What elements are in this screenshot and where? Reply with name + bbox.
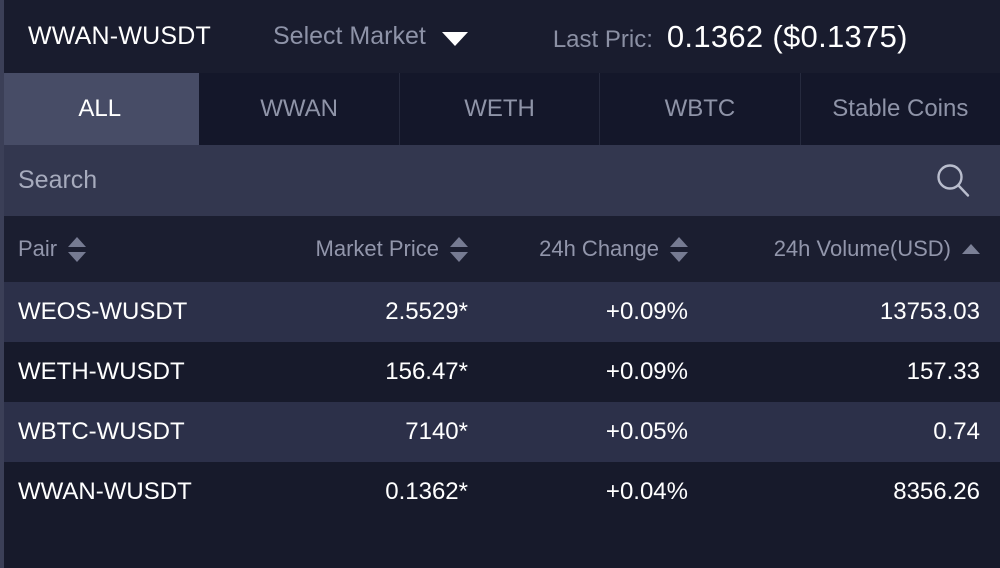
sort-toggle-pair[interactable] [68,236,87,262]
tab-label: WETH [464,95,535,122]
sort-toggle-market-price[interactable] [450,236,468,262]
cell-volume: 13753.03 [879,298,980,325]
cell-price: 0.1362* [385,478,468,505]
cell-change: +0.05% [605,418,688,445]
last-price-group: Last Pric: 0.1362 ($0.1375) [553,19,908,55]
cell-volume: 8356.26 [893,478,980,505]
sort-descending-icon [450,251,468,262]
sort-descending-icon [670,251,688,262]
table-empty-area [0,522,1000,568]
column-header-pair[interactable]: Pair [0,236,250,262]
column-label: Pair [18,236,58,261]
cell-pair: WETH-WUSDT [18,358,185,385]
table-row[interactable]: WEOS-WUSDT 2.5529* +0.09% 13753.03 [0,282,1000,342]
tab-wwan[interactable]: WWAN [199,73,400,145]
market-list-app: WWAN-WUSDT Select Market Last Pric: 0.13… [0,0,1000,568]
left-edge-strip [0,0,4,568]
last-price-label: Last Pric: [552,25,653,53]
search-bar [0,145,1000,216]
select-market-dropdown[interactable]: Select Market [273,22,468,51]
cell-change: +0.09% [605,298,688,325]
sort-toggle-24h-change[interactable] [670,236,688,262]
column-header-24h-change[interactable]: 24h Change [468,236,688,262]
sort-ascending-icon [670,236,688,247]
table-row[interactable]: WWAN-WUSDT 0.1362* +0.04% 8356.26 [0,462,1000,522]
tab-label: WWAN [260,95,338,122]
cell-pair: WEOS-WUSDT [18,298,188,325]
last-price-value: 0.1362 ($0.1375) [666,18,908,54]
tab-label: Stable Coins [832,95,969,122]
market-header: WWAN-WUSDT Select Market Last Pric: 0.13… [0,0,1000,73]
column-header-market-price[interactable]: Market Price [250,236,468,262]
tab-stable-coins[interactable]: Stable Coins [800,73,1000,145]
column-label: Market Price [315,236,439,261]
sort-ascending-icon [450,236,468,247]
sort-ascending-icon [962,244,980,254]
column-label: 24h Change [539,236,659,261]
current-pair-label: WWAN-WUSDT [28,22,211,50]
cell-volume: 0.74 [933,418,980,445]
column-label: 24h Volume(USD) [773,236,951,261]
tab-all[interactable]: ALL [0,73,200,148]
sort-ascending-icon [68,236,87,247]
markets-table: Pair Market Price 24h Change 24h Volume(… [0,216,1000,568]
tab-wbtc[interactable]: WBTC [600,73,801,145]
sort-descending-icon [68,251,87,262]
table-row[interactable]: WETH-WUSDT 156.47* +0.09% 157.33 [0,342,1000,402]
cell-change: +0.04% [605,478,688,505]
tab-weth[interactable]: WETH [399,73,601,145]
cell-volume: 157.33 [906,358,980,385]
tab-label: WBTC [664,95,736,122]
select-market-label: Select Market [272,22,426,50]
tab-label: ALL [78,95,122,122]
market-category-tabs: ALL WWAN WETH WBTC Stable Coins [0,73,1000,148]
cell-change: +0.09% [605,358,688,385]
table-row[interactable]: WBTC-WUSDT 7140* +0.05% 0.74 [0,402,1000,462]
cell-price: 2.5529* [385,298,468,325]
cell-price: 7140* [405,418,468,445]
search-input[interactable] [18,166,932,195]
cell-pair: WWAN-WUSDT [18,478,192,505]
sort-toggle-24h-volume[interactable] [962,244,980,254]
search-icon[interactable] [932,160,974,202]
column-header-24h-volume[interactable]: 24h Volume(USD) [688,236,1000,262]
cell-price: 156.47* [385,358,468,385]
chevron-down-icon [441,31,468,46]
table-header-row: Pair Market Price 24h Change 24h Volume(… [0,216,1000,282]
cell-pair: WBTC-WUSDT [18,418,185,445]
